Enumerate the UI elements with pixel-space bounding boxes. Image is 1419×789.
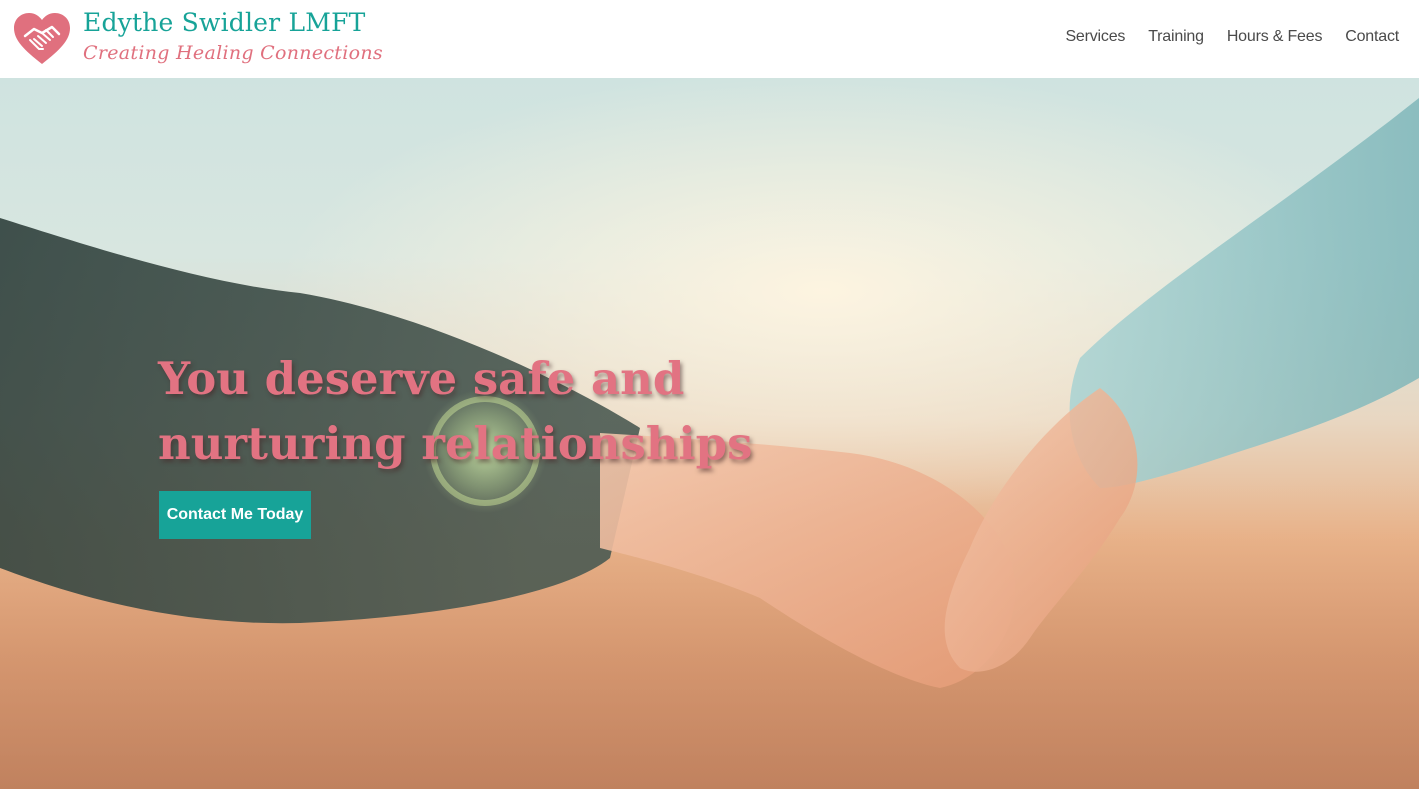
brand-tagline: Creating Healing Connections	[83, 42, 383, 64]
main-nav: Services Training Hours & Fees Contact	[1065, 28, 1399, 46]
hero-headline: You deserve safe and nurturing relations…	[158, 352, 753, 470]
nav-item-contact[interactable]: Contact	[1345, 28, 1399, 46]
nav-item-training[interactable]: Training	[1148, 28, 1204, 46]
site-header: Edythe Swidler LMFT Creating Healing Con…	[0, 0, 1419, 78]
nav-item-hours-fees[interactable]: Hours & Fees	[1227, 28, 1323, 46]
nav-item-services[interactable]: Services	[1065, 28, 1125, 46]
heart-handshake-icon[interactable]	[12, 12, 72, 66]
contact-me-button[interactable]: Contact Me Today	[159, 491, 311, 539]
brand-title[interactable]: Edythe Swidler LMFT	[83, 8, 366, 37]
hero-section: You deserve safe and nurturing relations…	[0, 78, 1419, 789]
